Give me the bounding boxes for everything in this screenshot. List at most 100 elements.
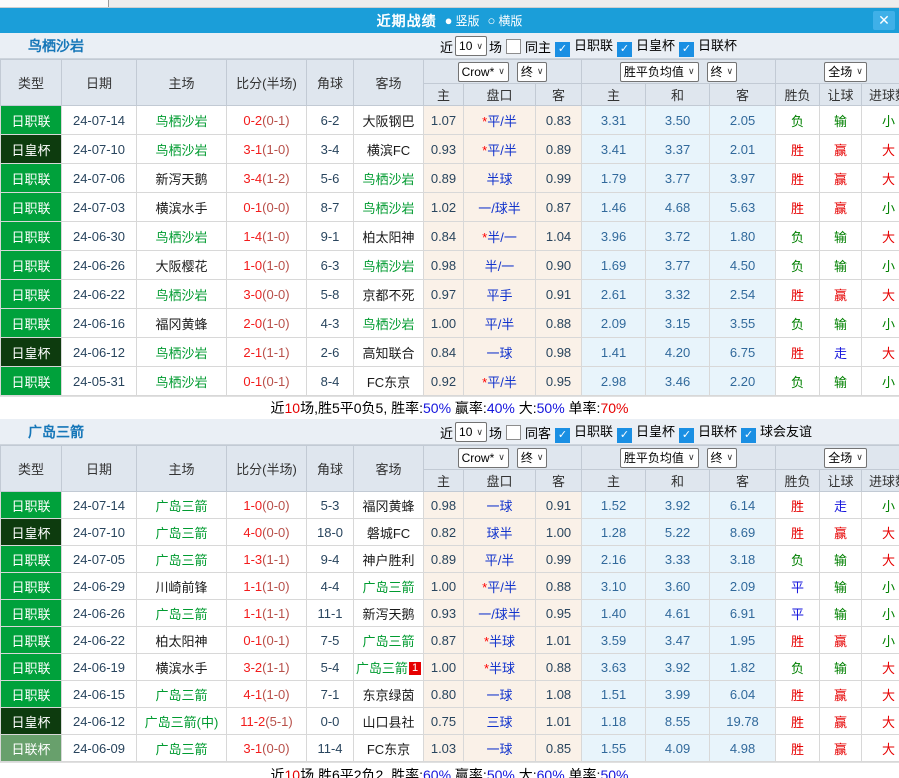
handicap-cell: 三球 [464,708,536,735]
avg-final-select[interactable]: 终∨ [707,62,738,82]
away-team-name[interactable]: 鸟栖沙岩 [362,259,414,274]
col-avg-home: 主 [582,470,646,492]
handicap-result-cell: 赢 [820,193,862,222]
avg-final-select[interactable]: 终∨ [707,448,738,468]
league-checkbox[interactable]: ✓ [679,428,694,443]
avg-away-cell: 2.54 [710,280,776,309]
home-team-name[interactable]: 横滨水手 [155,201,207,216]
home-team-name[interactable]: 鸟栖沙岩 [155,143,207,158]
home-team-cell: 鸟栖沙岩 [137,367,227,396]
home-team-name[interactable]: 大阪樱花 [155,259,207,274]
recent-games-select[interactable]: 10∨ [455,422,487,442]
full-time-score: 2-0 [243,316,262,331]
league-cell: 日职联 [1,193,62,222]
away-team-name[interactable]: FC东京 [367,375,410,390]
odds-final-select[interactable]: 终∨ [517,62,548,82]
odds-company-select[interactable]: Crow*∨ [458,448,509,468]
home-team-name[interactable]: 广岛三箭(中) [145,715,219,730]
away-team-name[interactable]: 鸟栖沙岩 [362,172,414,187]
league-checkbox[interactable]: ✓ [555,42,570,57]
corners-cell: 5-4 [307,654,354,681]
close-icon[interactable]: ✕ [873,11,895,30]
handicap-result-cell: 输 [820,654,862,681]
home-team-name[interactable]: 鸟栖沙岩 [155,114,207,129]
summary-part: 近 [271,400,285,416]
home-team-name[interactable]: 川崎前锋 [155,580,207,595]
home-team-name[interactable]: 鸟栖沙岩 [155,346,207,361]
handicap-cell: 球半 [464,519,536,546]
col-avg-draw: 和 [646,470,710,492]
league-checkbox[interactable]: ✓ [679,42,694,57]
result-cell: 平 [776,600,820,627]
away-team-name[interactable]: 柏太阳神 [362,230,414,245]
away-team-name[interactable]: 鸟栖沙岩 [362,201,414,216]
same-venue-checkbox[interactable] [506,39,521,54]
odds-company-select[interactable]: Crow*∨ [458,62,509,82]
col-avg-draw: 和 [646,84,710,106]
away-team-name[interactable]: 京都不死 [362,288,414,303]
away-team-name[interactable]: 大阪钢巴 [362,114,414,129]
vertical-layout-radio[interactable]: ● 竖版 [445,12,480,29]
league-checkbox[interactable]: ✓ [741,428,756,443]
avg-draw-cell: 3.92 [646,654,710,681]
home-team-name[interactable]: 柏太阳神 [155,634,207,649]
scope-select[interactable]: 全场∨ [824,62,867,82]
handicap-result-cell: 输 [820,309,862,338]
league-cell: 日职联 [1,681,62,708]
away-team-name[interactable]: 东京绿茵 [362,688,414,703]
home-team-name[interactable]: 福冈黄蜂 [155,317,207,332]
same-venue-checkbox[interactable] [506,425,521,440]
away-team-cell: FC东京 [354,735,424,762]
home-team-name[interactable]: 广岛三箭 [155,607,207,622]
away-odds-cell: 0.87 [536,193,582,222]
avg-draw-cell: 5.22 [646,519,710,546]
home-team-name[interactable]: 广岛三箭 [155,688,207,703]
recent-results-window: 近期战绩 ● 竖版 ○ 横版 ✕ 鸟栖沙岩 近 10∨ 场 同主 ✓日职联✓日皇… [0,0,899,778]
handicap-text: 平/半 [487,114,517,129]
avg-home-cell: 3.96 [582,222,646,251]
away-team-name[interactable]: 高知联合 [362,346,414,361]
avg-draw-cell: 3.99 [646,681,710,708]
away-team-name[interactable]: 横滨FC [367,143,410,158]
recent-games-select[interactable]: 10∨ [455,36,487,56]
home-team-name[interactable]: 新泻天鹅 [155,172,207,187]
horizontal-layout-radio[interactable]: ○ 横版 [488,12,523,29]
table-row: 日皇杯24-06-12广岛三箭(中)11-2(5-1)0-0山口县社0.75三球… [1,708,899,735]
summary-part: 10 [285,400,301,416]
home-team-name[interactable]: 广岛三箭 [155,499,207,514]
home-team-name[interactable]: 鸟栖沙岩 [155,288,207,303]
avg-type-select[interactable]: 胜平负均值∨ [620,62,699,82]
away-odds-cell: 0.83 [536,106,582,135]
away-team-name[interactable]: FC东京 [367,742,410,757]
col-away: 客场 [354,446,424,492]
away-team-name[interactable]: 广岛三箭 [356,661,408,676]
avg-type-select[interactable]: 胜平负均值∨ [620,448,699,468]
handicap-cell: *半球 [464,627,536,654]
away-team-name[interactable]: 磐城FC [367,526,410,541]
home-team-name[interactable]: 广岛三箭 [155,553,207,568]
summary-part: 近 [271,767,285,778]
handicap-result-cell: 赢 [820,164,862,193]
col-corner: 角球 [307,446,354,492]
league-checkbox[interactable]: ✓ [555,428,570,443]
away-team-name[interactable]: 福冈黄蜂 [362,499,414,514]
away-team-name[interactable]: 山口县社 [362,715,414,730]
home-team-cell: 鸟栖沙岩 [137,106,227,135]
table-row: 日皇杯24-07-10广岛三箭4-0(0-0)18-0磐城FC0.82球半1.0… [1,519,899,546]
away-team-name[interactable]: 广岛三箭 [362,580,414,595]
league-checkbox[interactable]: ✓ [617,428,632,443]
summary-part: 大: [515,767,537,778]
home-team-name[interactable]: 广岛三箭 [155,742,207,757]
handicap-text: 平/半 [485,553,515,568]
away-team-name[interactable]: 鸟栖沙岩 [362,317,414,332]
away-team-name[interactable]: 新泻天鹅 [362,607,414,622]
home-team-name[interactable]: 鸟栖沙岩 [155,375,207,390]
odds-final-select[interactable]: 终∨ [517,448,548,468]
away-team-name[interactable]: 广岛三箭 [362,634,414,649]
home-team-name[interactable]: 鸟栖沙岩 [155,230,207,245]
away-team-name[interactable]: 神户胜利 [362,553,414,568]
home-team-name[interactable]: 广岛三箭 [155,526,207,541]
home-team-name[interactable]: 横滨水手 [155,661,207,676]
scope-select[interactable]: 全场∨ [824,448,867,468]
league-checkbox[interactable]: ✓ [617,42,632,57]
